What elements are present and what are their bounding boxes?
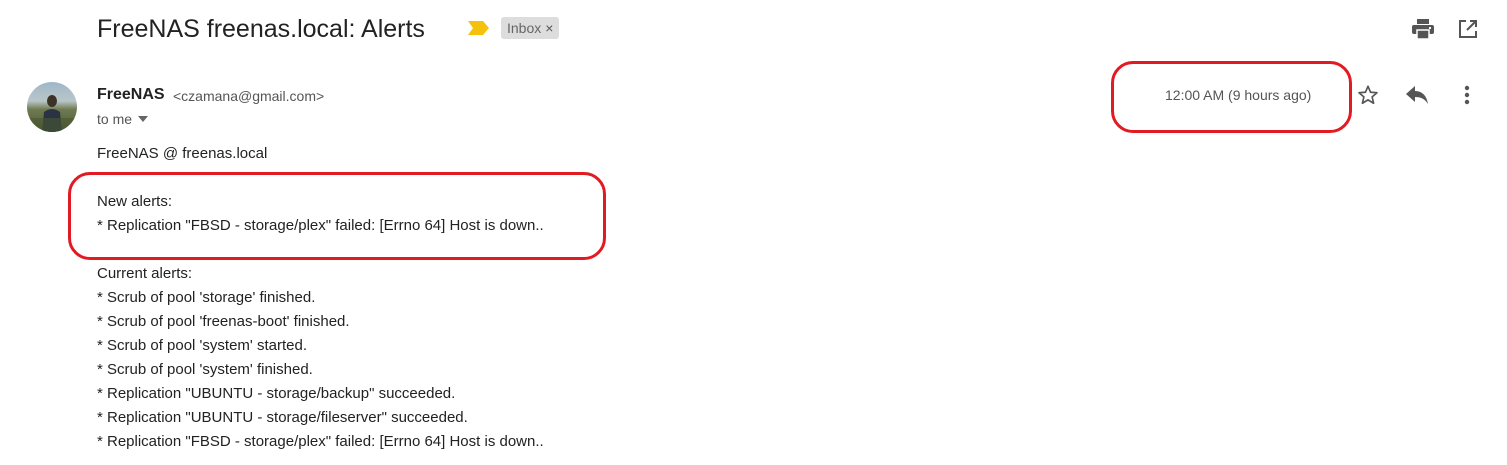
more-vertical-icon[interactable] <box>1455 83 1479 107</box>
new-alerts-highlight-annotation <box>68 172 606 260</box>
timestamp-highlight-annotation <box>1111 61 1352 133</box>
importance-marker-icon[interactable] <box>468 21 490 35</box>
recipient-details-toggle[interactable]: to me <box>97 110 149 128</box>
star-icon[interactable] <box>1356 83 1380 107</box>
current-alert-item: * Replication "UBUNTU - storage/fileserv… <box>97 409 468 426</box>
current-alert-item: * Scrub of pool 'storage' finished. <box>97 289 316 306</box>
sender-email: <czamana@gmail.com> <box>173 88 325 104</box>
remove-label-button[interactable]: × <box>545 17 553 39</box>
current-alert-item: * Scrub of pool 'freenas-boot' finished. <box>97 313 350 330</box>
print-icon[interactable] <box>1411 17 1435 41</box>
sender-name: FreeNAS <box>97 86 165 103</box>
current-alert-item: * Scrub of pool 'system' finished. <box>97 361 313 378</box>
sender-avatar <box>27 82 77 132</box>
reply-icon[interactable] <box>1405 83 1429 107</box>
current-alerts-heading: Current alerts: <box>97 265 193 282</box>
recipient-label: to me <box>97 111 133 127</box>
open-in-new-window-icon[interactable] <box>1456 17 1480 41</box>
caret-down-icon <box>138 116 149 122</box>
current-alert-item: * Replication "FBSD - storage/plex" fail… <box>97 433 544 450</box>
current-alert-item: * Scrub of pool 'system' started. <box>97 337 307 354</box>
label-text: Inbox <box>507 20 542 36</box>
current-alert-item: * Replication "UBUNTU - storage/backup" … <box>97 385 456 402</box>
body-greeting: FreeNAS @ freenas.local <box>97 145 268 162</box>
email-subject: FreeNAS freenas.local: Alerts <box>97 15 425 43</box>
inbox-label-chip: Inbox × <box>501 17 560 39</box>
